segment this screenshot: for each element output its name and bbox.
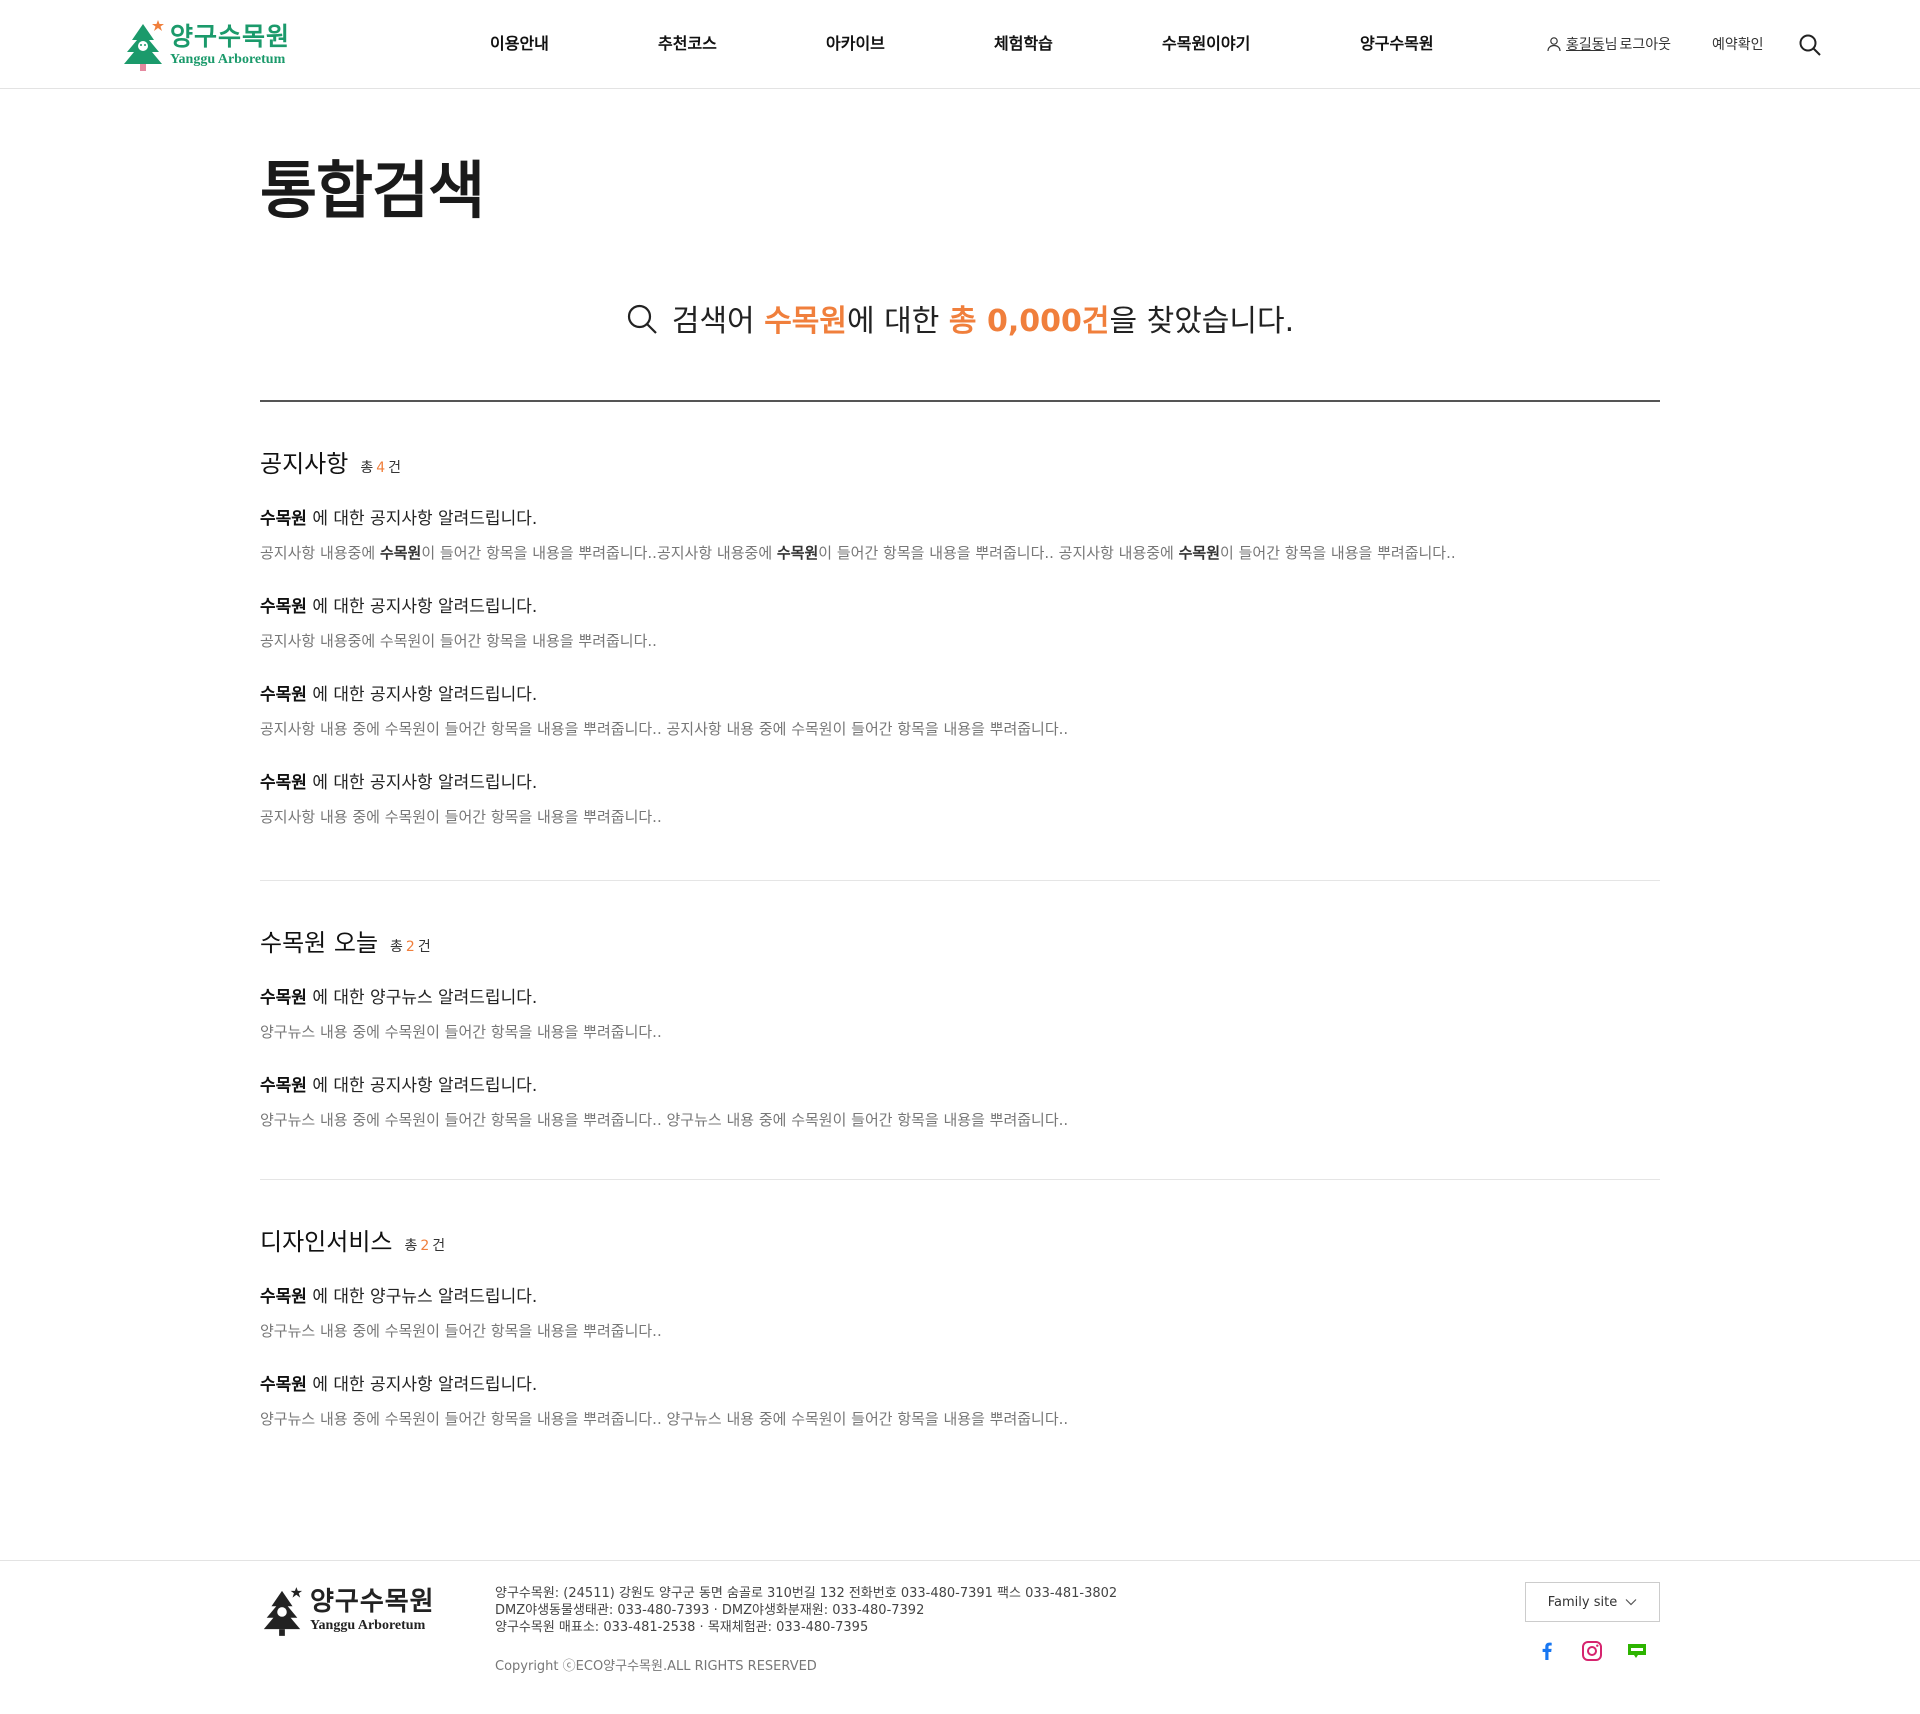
summary-keyword: 수목원: [764, 304, 848, 339]
site-logo[interactable]: 양구수목원 Yanggu Arboretum: [120, 18, 320, 72]
search-icon: [627, 304, 657, 334]
result-item-description: 공지사항 내용중에 수목원이 들어간 항목을 내용을 뿌려줍니다..: [260, 632, 657, 650]
result-item-title[interactable]: 수목원 에 대한 공지사항 알려드립니다.: [260, 680, 1660, 706]
footer-copyright: Copyright ⓒECO양구수목원.ALL RIGHTS RESERVED: [495, 1659, 817, 1674]
summary-middle: 에 대한: [847, 304, 940, 339]
page-title: 통합검색: [260, 154, 485, 227]
user-icon: [1547, 37, 1561, 52]
result-section-notice: 공지사항 총4건 수목원 에 대한 공지사항 알려드립니다. 공지사항 내용중에…: [260, 444, 1660, 828]
tree-logo-icon: [263, 1587, 303, 1636]
result-item: 수목원 에 대한 공지사항 알려드립니다. 양구뉴스 내용 중에 수목원이 들어…: [260, 1370, 1660, 1430]
summary-divider: [260, 400, 1660, 402]
result-item-title[interactable]: 수목원 에 대한 공지사항 알려드립니다.: [260, 1370, 1660, 1396]
result-item-description: 양구뉴스 내용 중에 수목원이 들어간 항목을 내용을 뿌려줍니다..: [260, 1322, 662, 1340]
summary-suffix: 을 찾았습니다.: [1109, 304, 1295, 339]
footer-logo: 양구수목원 Yanggu Arboretum: [260, 1585, 435, 1637]
footer-contact-info: 양구수목원: (24511) 강원도 양구군 동면 숨골로 310번길 132 …: [495, 1585, 1117, 1636]
logout-link[interactable]: 로그아웃: [1620, 34, 1672, 54]
logo-korean-text: 양구수목원: [170, 21, 291, 51]
result-item: 수목원 에 대한 공지사항 알려드립니다. 공지사항 내용중에 수목원이 들어간…: [260, 504, 1660, 564]
logo-english-text: Yanggu Arboretum: [170, 51, 286, 67]
result-item-title[interactable]: 수목원 에 대한 양구뉴스 알려드립니다.: [260, 983, 1660, 1009]
result-item-description: 공지사항 내용 중에 수목원이 들어간 항목을 내용을 뿌려줍니다.. 공지사항…: [260, 720, 1069, 738]
result-item: 수목원 에 대한 공지사항 알려드립니다. 공지사항 내용 중에 수목원이 들어…: [260, 680, 1660, 740]
site-footer: 양구수목원 Yanggu Arboretum 양구수목원: (24511) 강원…: [0, 1560, 1920, 1714]
result-item-description: 공지사항 내용중에 수목원이 들어간 항목을 내용을 뿌려줍니다..공지사항 내…: [260, 544, 1456, 562]
section-divider: [260, 880, 1660, 881]
footer-info-line: 양구수목원: (24511) 강원도 양구군 동면 숨골로 310번길 132 …: [495, 1586, 1118, 1601]
chevron-down-icon: [1625, 1599, 1637, 1606]
result-item-description: 양구뉴스 내용 중에 수목원이 들어간 항목을 내용을 뿌려줍니다..: [260, 1023, 662, 1041]
result-item-title[interactable]: 수목원 에 대한 공지사항 알려드립니다.: [260, 504, 1660, 530]
facebook-icon[interactable]: [1535, 1639, 1559, 1663]
result-item: 수목원 에 대한 공지사항 알려드립니다. 양구뉴스 내용 중에 수목원이 들어…: [260, 1071, 1660, 1131]
result-item-title[interactable]: 수목원 에 대한 양구뉴스 알려드립니다.: [260, 1282, 1660, 1308]
result-item-description: 양구뉴스 내용 중에 수목원이 들어간 항목을 내용을 뿌려줍니다.. 양구뉴스…: [260, 1111, 1069, 1129]
result-section-design: 디자인서비스 총2건 수목원 에 대한 양구뉴스 알려드립니다. 양구뉴스 내용…: [260, 1222, 1660, 1430]
family-site-label: Family site: [1547, 1594, 1618, 1610]
reservation-check-link[interactable]: 예약확인: [1712, 34, 1764, 54]
instagram-icon[interactable]: [1580, 1639, 1604, 1663]
result-item-title[interactable]: 수목원 에 대한 공지사항 알려드립니다.: [260, 1071, 1660, 1097]
section-count: 총2건: [404, 1238, 446, 1254]
result-section-today: 수목원 오늘 총2건 수목원 에 대한 양구뉴스 알려드립니다. 양구뉴스 내용…: [260, 923, 1660, 1131]
user-suffix: 님: [1604, 37, 1618, 53]
result-item: 수목원 에 대한 공지사항 알려드립니다. 공지사항 내용중에 수목원이 들어간…: [260, 592, 1660, 652]
search-summary: 검색어 수목원에 대한 총 0,000건을 찾았습니다.: [0, 296, 1920, 340]
result-item: 수목원 에 대한 양구뉴스 알려드립니다. 양구뉴스 내용 중에 수목원이 들어…: [260, 1282, 1660, 1342]
result-item-description: 공지사항 내용 중에 수목원이 들어간 항목을 내용을 뿌려줍니다..: [260, 808, 662, 826]
summary-prefix: 검색어: [671, 304, 755, 339]
section-title: 수목원 오늘: [260, 929, 379, 957]
tree-logo-icon: [124, 20, 164, 71]
section-divider: [260, 1179, 1660, 1180]
blog-icon[interactable]: [1625, 1639, 1649, 1663]
summary-total-count: 총 0,000건: [948, 304, 1110, 339]
nav-item-arboretum[interactable]: 양구수목원: [1360, 30, 1434, 54]
result-item: 수목원 에 대한 양구뉴스 알려드립니다. 양구뉴스 내용 중에 수목원이 들어…: [260, 983, 1660, 1043]
section-title: 공지사항: [260, 450, 349, 478]
footer-logo-english-text: Yanggu Arboretum: [310, 1618, 426, 1633]
nav-item-archive[interactable]: 아카이브: [826, 30, 885, 54]
result-item-description: 양구뉴스 내용 중에 수목원이 들어간 항목을 내용을 뿌려줍니다.. 양구뉴스…: [260, 1410, 1069, 1428]
site-header: 양구수목원 Yanggu Arboretum 이용안내 추천코스 아카이브 체험…: [0, 0, 1920, 89]
section-count: 총4건: [360, 460, 402, 476]
nav-item-course[interactable]: 추천코스: [658, 30, 717, 54]
nav-item-learning[interactable]: 체험학습: [994, 30, 1053, 54]
nav-item-story[interactable]: 수목원이야기: [1162, 30, 1250, 54]
footer-logo-korean-text: 양구수목원: [310, 1587, 435, 1617]
user-name-link[interactable]: 홍길동: [1566, 34, 1605, 54]
result-item-title[interactable]: 수목원 에 대한 공지사항 알려드립니다.: [260, 592, 1660, 618]
search-icon[interactable]: [1798, 33, 1822, 57]
footer-info-line: 양구수목원 매표소: 033-481-2538 · 목재체험관: 033-480…: [495, 1620, 869, 1635]
section-title: 디자인서비스: [260, 1228, 393, 1256]
result-item: 수목원 에 대한 공지사항 알려드립니다. 공지사항 내용 중에 수목원이 들어…: [260, 768, 1660, 828]
footer-info-line: DMZ야생동물생태관: 033-480-7393 · DMZ야생화분재원: 03…: [495, 1603, 925, 1618]
result-item-title[interactable]: 수목원 에 대한 공지사항 알려드립니다.: [260, 768, 1660, 794]
family-site-select[interactable]: Family site: [1525, 1582, 1660, 1622]
section-count: 총2건: [390, 939, 431, 955]
user-area: 홍길동 님 로그아웃: [1546, 34, 1671, 54]
nav-item-guide[interactable]: 이용안내: [490, 30, 549, 54]
